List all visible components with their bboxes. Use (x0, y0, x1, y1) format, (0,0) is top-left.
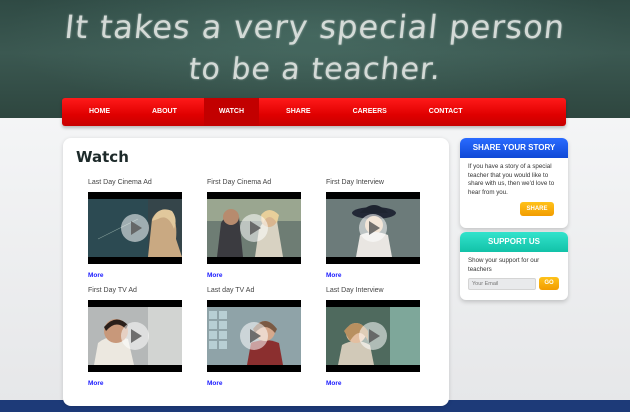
email-field[interactable] (468, 278, 536, 290)
video-title: Last Day Cinema Ad (88, 179, 152, 186)
nav-contact[interactable]: CONTACT (414, 98, 478, 126)
video-card: Last Day Interview More (326, 286, 420, 390)
video-thumbnail[interactable] (88, 300, 182, 372)
nav-careers[interactable]: CAREERS (338, 98, 402, 126)
nav-share[interactable]: SHARE (271, 98, 326, 126)
play-icon[interactable] (359, 322, 387, 350)
video-thumbnail[interactable] (88, 192, 182, 264)
support-card: SUPPORT US Show your support for our tea… (460, 232, 568, 300)
main-nav: HOME ABOUT WATCH SHARE CAREERS CONTACT (62, 98, 566, 126)
play-icon[interactable] (359, 214, 387, 242)
video-card: First Day Cinema Ad More (207, 178, 301, 282)
go-button[interactable]: GO (539, 277, 559, 290)
video-card: Last day TV Ad More (207, 286, 301, 390)
more-link[interactable]: More (326, 380, 342, 387)
nav-about[interactable]: ABOUT (137, 98, 192, 126)
video-title: Last Day Interview (326, 287, 384, 294)
video-thumbnail[interactable] (207, 300, 301, 372)
video-thumbnail[interactable] (326, 192, 420, 264)
headline-line-1: It takes a very special person (62, 8, 568, 46)
video-title: First Day Cinema Ad (207, 179, 272, 186)
video-card: Last Day Cinema Ad More (88, 178, 182, 282)
watch-panel: Watch Last Day Cinema Ad More First Day … (63, 138, 449, 406)
more-link[interactable]: More (207, 272, 223, 279)
video-thumbnail[interactable] (326, 300, 420, 372)
more-link[interactable]: More (88, 380, 104, 387)
video-thumbnail[interactable] (207, 192, 301, 264)
page-title: Watch (76, 148, 129, 166)
share-story-card: SHARE YOUR STORY If you have a story of … (460, 138, 568, 228)
share-story-title: SHARE YOUR STORY (460, 138, 568, 158)
play-icon[interactable] (240, 322, 268, 350)
video-title: First Day TV Ad (88, 287, 137, 294)
support-title: SUPPORT US (460, 232, 568, 252)
share-button[interactable]: SHARE (520, 202, 554, 216)
play-icon[interactable] (121, 322, 149, 350)
play-icon[interactable] (121, 214, 149, 242)
share-story-text: If you have a story of a special teacher… (468, 163, 555, 196)
headline-line-2: to be a teacher. (187, 52, 443, 87)
support-text: Show your support for our teachers (468, 257, 540, 273)
play-icon[interactable] (240, 214, 268, 242)
nav-watch[interactable]: WATCH (203, 98, 260, 126)
more-link[interactable]: More (88, 272, 104, 279)
nav-home[interactable]: HOME (74, 98, 125, 126)
more-link[interactable]: More (207, 380, 223, 387)
video-card: First Day Interview More (326, 178, 420, 282)
video-title: Last day TV Ad (207, 287, 255, 294)
video-card: First Day TV Ad More (88, 286, 182, 390)
video-title: First Day Interview (326, 179, 384, 186)
more-link[interactable]: More (326, 272, 342, 279)
